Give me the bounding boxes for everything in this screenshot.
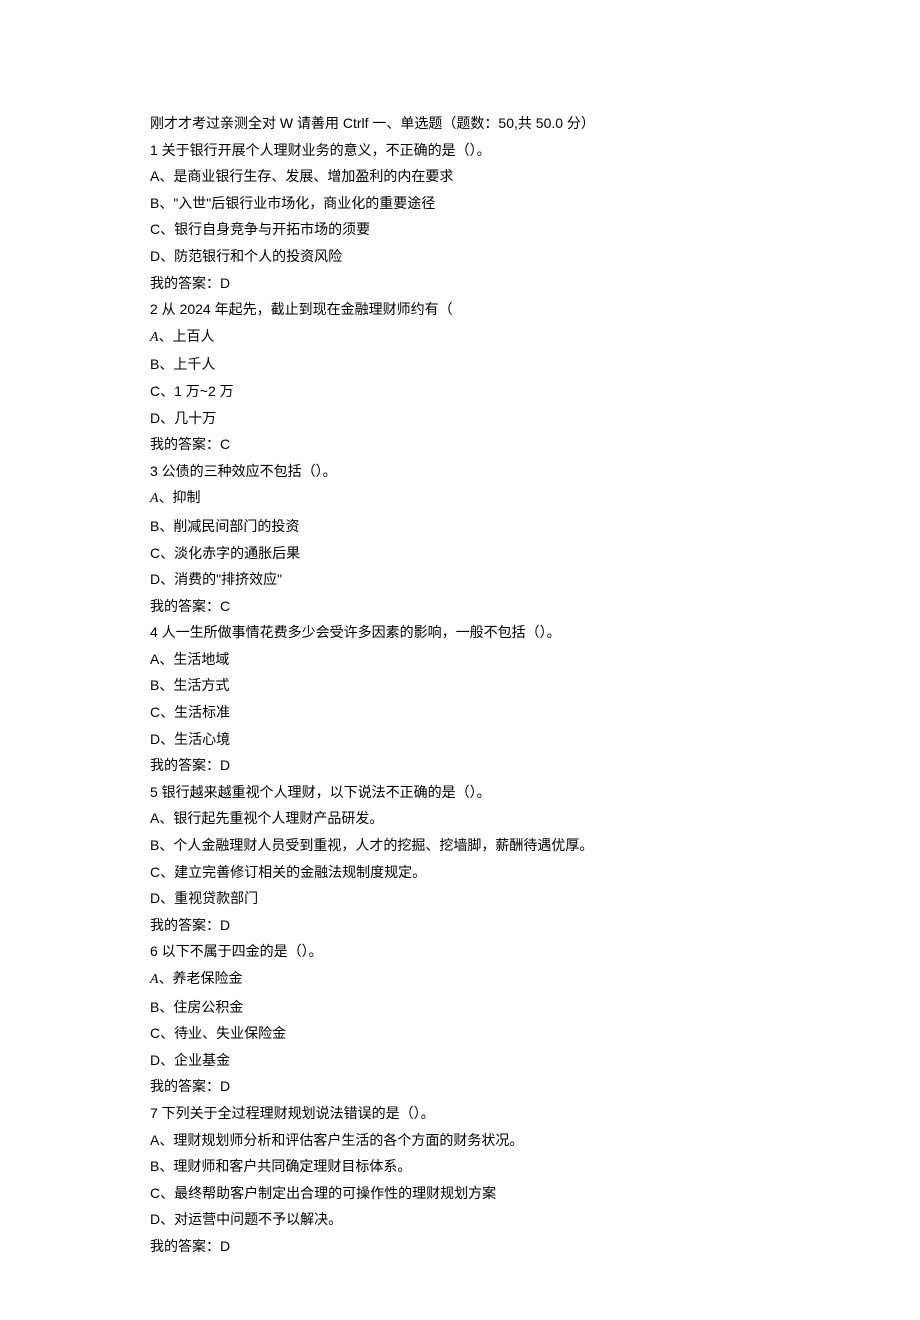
question-option: D、几十万 bbox=[150, 405, 770, 432]
question-stem: 4 人一生所做事情花费多少会受许多因素的影响，一般不包括（）。 bbox=[150, 619, 770, 646]
question-option: B、理财师和客户共同确定理财目标体系。 bbox=[150, 1153, 770, 1180]
question-option: A、理财规划师分析和评估客户生活的各个方面的财务状况。 bbox=[150, 1127, 770, 1154]
my-answer: 我的答案：D bbox=[150, 912, 770, 939]
question-option: B、削减民间部门的投资 bbox=[150, 513, 770, 540]
question-option: A、上百人 bbox=[150, 323, 770, 352]
my-answer: 我的答案：D bbox=[150, 1073, 770, 1100]
question-stem: 3 公债的三种效应不包括（）。 bbox=[150, 458, 770, 485]
question-option: C、银行自身竞争与开拓市场的须要 bbox=[150, 216, 770, 243]
question-option: B、"入世"后银行业市场化，商业化的重要途径 bbox=[150, 190, 770, 217]
question-option: D、企业基金 bbox=[150, 1047, 770, 1074]
my-answer: 我的答案：C bbox=[150, 431, 770, 458]
question-option: D、重视贷款部门 bbox=[150, 885, 770, 912]
question-option: C、淡化赤字的通胀后果 bbox=[150, 540, 770, 567]
question-stem: 1 关于银行开展个人理财业务的意义，不正确的是（）。 bbox=[150, 137, 770, 164]
question-stem: 2 从 2024 年起先，截止到现在金融理财师约有（ bbox=[150, 296, 770, 323]
question-option: B、个人金融理财人员受到重视，人才的挖掘、挖墙脚，薪酬待遇优厚。 bbox=[150, 832, 770, 859]
questions-container: 1 关于银行开展个人理财业务的意义，不正确的是（）。A、是商业银行生存、发展、增… bbox=[150, 137, 770, 1260]
question-option: A、养老保险金 bbox=[150, 965, 770, 994]
question-option: A、生活地域 bbox=[150, 646, 770, 673]
my-answer: 我的答案：D bbox=[150, 752, 770, 779]
my-answer: 我的答案：D bbox=[150, 1233, 770, 1260]
my-answer: 我的答案：D bbox=[150, 270, 770, 297]
question-stem: 7 下列关于全过程理财规划说法错误的是（）。 bbox=[150, 1100, 770, 1127]
question-option: B、生活方式 bbox=[150, 672, 770, 699]
question-option: B、上千人 bbox=[150, 351, 770, 378]
question-option: D、生活心境 bbox=[150, 726, 770, 753]
my-answer: 我的答案：C bbox=[150, 593, 770, 620]
question-option: D、对运营中问题不予以解决。 bbox=[150, 1206, 770, 1233]
question-option: C、待业、失业保险金 bbox=[150, 1020, 770, 1047]
question-option: B、住房公积金 bbox=[150, 994, 770, 1021]
question-option: A、抑制 bbox=[150, 484, 770, 513]
question-stem: 6 以下不属于四金的是（）。 bbox=[150, 938, 770, 965]
question-option: C、1 万~2 万 bbox=[150, 378, 770, 405]
question-option: C、建立完善修订相关的金融法规制度规定。 bbox=[150, 859, 770, 886]
question-option: D、防范银行和个人的投资风险 bbox=[150, 243, 770, 270]
question-option: C、生活标准 bbox=[150, 699, 770, 726]
document-header: 刚才才考过亲测全对 W 请善用 Ctrlf 一、单选题（题数：50,共 50.0… bbox=[150, 110, 770, 137]
question-option: A、是商业银行生存、发展、增加盈利的内在要求 bbox=[150, 163, 770, 190]
question-option: A、银行起先重视个人理财产品研发。 bbox=[150, 805, 770, 832]
question-option: D、消费的"排挤效应" bbox=[150, 566, 770, 593]
question-option: C、最终帮助客户制定出合理的可操作性的理财规划方案 bbox=[150, 1180, 770, 1207]
question-stem: 5 银行越来越重视个人理财，以下说法不正确的是（）。 bbox=[150, 779, 770, 806]
